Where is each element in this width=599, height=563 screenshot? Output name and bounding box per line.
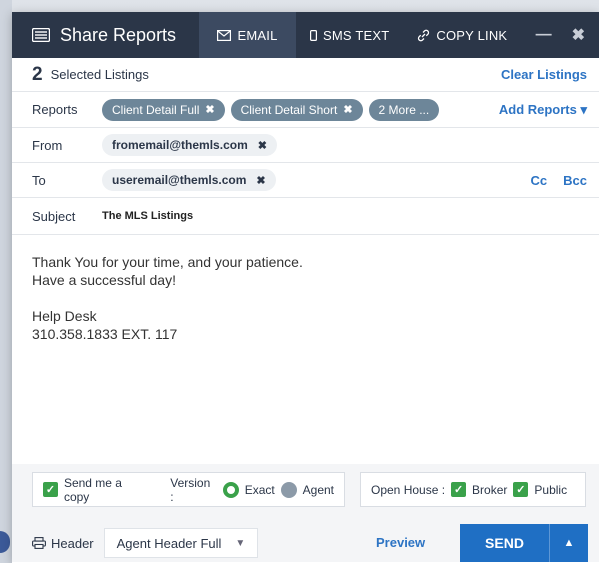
window-controls: — ✖ <box>536 12 599 58</box>
open-house-options: Open House : ✓ Broker ✓ Public <box>360 472 586 507</box>
message-body[interactable]: Thank You for your time, and your patien… <box>12 235 599 445</box>
link-icon <box>418 29 430 41</box>
cc-bcc-links: Cc Bcc <box>531 173 587 188</box>
remove-icon[interactable]: ✖ <box>205 103 214 116</box>
message-line: Have a successful day! <box>32 272 176 288</box>
to-label: To <box>32 172 46 188</box>
title-bar: Share Reports EMAIL SMS TEXT COPY LINK — <box>12 12 599 58</box>
more-reports-chip[interactable]: 2 More ... <box>368 98 440 121</box>
close-icon[interactable]: ✖ <box>572 25 585 45</box>
tab-email-label: EMAIL <box>237 27 278 43</box>
bcc-link[interactable]: Bcc <box>563 173 587 188</box>
selected-listings-label: Selected Listings <box>50 67 149 82</box>
version-agent-label: Agent <box>302 482 334 497</box>
from-email-chip[interactable]: fromemail@themls.com ✖ <box>102 134 277 156</box>
broker-checkbox[interactable]: ✓ <box>451 482 467 497</box>
report-chip-label: Client Detail Short <box>240 102 338 117</box>
minimize-icon[interactable]: — <box>536 26 552 44</box>
share-reports-dialog: Share Reports EMAIL SMS TEXT COPY LINK — <box>12 12 599 563</box>
phone-icon <box>310 29 317 41</box>
message-line: Thank You for your time, and your patien… <box>32 254 303 270</box>
to-row: To useremail@themls.com ✖ Cc Bcc <box>12 163 599 198</box>
background-panel-edge <box>0 0 12 563</box>
message-line: Help Desk <box>32 308 97 324</box>
header-label: Header <box>32 536 94 551</box>
from-label: From <box>32 137 63 153</box>
more-reports-label: 2 More ... <box>378 102 430 117</box>
header-select-value: Agent Header Full <box>116 535 222 551</box>
tab-copy-link-label: COPY LINK <box>436 27 508 43</box>
to-email: useremail@themls.com <box>112 173 247 187</box>
report-chip-label: Client Detail Full <box>112 102 200 117</box>
copy-version-options: ✓ Send me a copy Version : Exact Agent <box>32 472 345 507</box>
to-email-chip[interactable]: useremail@themls.com ✖ <box>102 169 276 191</box>
tab-copy-link[interactable]: COPY LINK <box>403 12 521 58</box>
send-button[interactable]: SEND <box>460 524 549 562</box>
tab-sms-text[interactable]: SMS TEXT <box>296 12 403 58</box>
chevron-down-icon: ▼ <box>235 537 246 549</box>
version-exact-label: Exact <box>244 482 275 497</box>
version-exact-radio[interactable] <box>222 481 239 498</box>
public-checkbox[interactable]: ✓ <box>513 482 529 497</box>
dialog-title-text: Share Reports <box>60 24 177 45</box>
subject-label: Subject <box>32 208 76 224</box>
from-email: fromemail@themls.com <box>112 138 248 152</box>
background-tab <box>0 531 10 553</box>
cc-link[interactable]: Cc <box>531 173 548 188</box>
selected-count: 2 <box>32 63 43 85</box>
public-label: Public <box>534 482 568 497</box>
reports-row: Reports Client Detail Full ✖ Client Deta… <box>12 92 599 128</box>
report-chip[interactable]: Client Detail Full ✖ <box>102 98 225 121</box>
send-button-group: SEND ▲ <box>460 524 588 562</box>
from-row: From fromemail@themls.com ✖ <box>12 128 599 163</box>
preview-link[interactable]: Preview <box>376 535 425 550</box>
remove-icon[interactable]: ✖ <box>343 103 352 116</box>
envelope-icon <box>217 29 232 41</box>
open-house-label: Open House : <box>371 482 446 497</box>
send-copy-checkbox[interactable]: ✓ <box>43 482 58 497</box>
dialog-title: Share Reports <box>12 12 199 58</box>
remove-icon[interactable]: ✖ <box>256 174 265 187</box>
subject-row: Subject The MLS Listings <box>12 198 599 235</box>
chevron-up-icon[interactable]: ▲ <box>549 524 588 562</box>
clear-listings-link[interactable]: Clear Listings <box>501 67 587 82</box>
header-label-text: Header <box>51 535 94 551</box>
message-line: 310.358.1833 EXT. 117 <box>32 326 178 342</box>
subject-input[interactable]: The MLS Listings <box>102 210 193 222</box>
version-label: Version : <box>170 475 211 504</box>
add-reports-link[interactable]: Add Reports ▾ <box>499 102 587 118</box>
broker-label: Broker <box>472 482 508 497</box>
report-chip[interactable]: Client Detail Short ✖ <box>230 98 363 121</box>
header-select[interactable]: Agent Header Full ▼ <box>103 528 259 558</box>
selected-listings-row: 2 Selected Listings Clear Listings <box>12 58 599 92</box>
send-copy-label: Send me a copy <box>63 475 122 504</box>
version-agent-radio[interactable] <box>280 481 297 498</box>
remove-icon[interactable]: ✖ <box>258 139 267 152</box>
reports-icon <box>32 28 50 42</box>
printer-icon <box>32 537 46 549</box>
tab-email[interactable]: EMAIL <box>199 12 296 58</box>
dialog-footer: Header Agent Header Full ▼ Preview SEND … <box>12 524 599 562</box>
reports-label: Reports <box>32 102 78 117</box>
tab-sms-label: SMS TEXT <box>323 27 390 43</box>
